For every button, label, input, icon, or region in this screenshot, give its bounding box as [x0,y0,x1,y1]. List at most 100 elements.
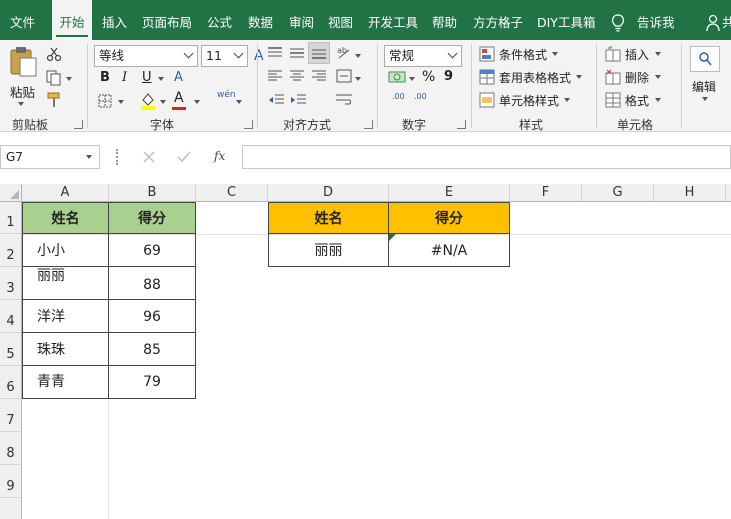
format-table-dropdown-icon[interactable] [576,75,582,79]
clipboard-launcher-icon[interactable] [74,120,83,129]
row-header-7[interactable]: 7 [0,399,22,432]
insert-cells-button[interactable]: 插入 [625,46,649,63]
editing-dropdown-icon[interactable] [702,97,708,101]
cell-a3[interactable]: 丽丽 [22,266,109,300]
accounting-dropdown-icon[interactable] [409,77,415,81]
alignment-launcher-icon[interactable] [364,120,373,129]
increase-indent-icon[interactable] [290,94,306,106]
cell-a2[interactable]: 小小 [22,233,109,267]
editing-button[interactable]: 编辑 [692,78,716,95]
column-header-e[interactable]: E [389,184,510,202]
row-header-3[interactable]: 3 [0,267,22,300]
tab-file[interactable]: 文件 [10,0,35,40]
borders-icon[interactable] [98,94,112,108]
underline-dropdown-icon[interactable] [158,77,164,81]
format-as-table-button[interactable]: 套用表格格式 [499,69,571,86]
grow-font-alt-button[interactable]: A [174,70,183,85]
tab-help[interactable]: 帮助 [432,0,457,40]
cell-a6[interactable]: 青青 [22,365,109,399]
delete-cells-icon[interactable] [605,69,621,85]
font-launcher-icon[interactable] [244,120,253,129]
format-as-table-icon[interactable] [479,69,495,85]
conditional-formatting-icon[interactable] [479,46,495,62]
column-header-g[interactable]: G [582,184,654,202]
tell-me-search[interactable]: 告诉我 [637,0,675,40]
paste-dropdown-icon[interactable] [18,102,24,106]
worksheet-grid[interactable]: A B C D E F G H 1 2 3 4 5 6 7 8 9 姓名 得分 … [0,184,731,519]
fill-color-dropdown-icon[interactable] [160,100,166,104]
align-center-icon[interactable] [290,70,304,82]
tab-formulas[interactable]: 公式 [207,0,232,40]
accounting-format-icon[interactable] [388,70,406,84]
tab-developer[interactable]: 开发工具 [368,0,418,40]
orientation-dropdown-icon[interactable] [355,54,361,58]
comma-style-button[interactable]: 9 [444,69,453,84]
format-cells-icon[interactable] [605,92,621,108]
tab-page-layout[interactable]: 页面布局 [142,0,192,40]
tab-diy-toolbox[interactable]: DIY工具箱 [537,0,595,40]
insert-cells-icon[interactable] [605,46,621,62]
align-middle-icon[interactable] [290,47,304,59]
select-all-corner[interactable] [0,184,22,202]
format-dropdown-icon[interactable] [655,98,661,102]
column-header-a[interactable]: A [22,184,109,202]
cell-styles-button[interactable]: 单元格样式 [499,92,559,109]
row-header-9[interactable]: 9 [0,465,22,498]
number-launcher-icon[interactable] [457,120,466,129]
phonetic-dropdown-icon[interactable] [236,100,242,104]
formula-input[interactable] [242,145,731,169]
enter-check-icon[interactable] [177,151,191,163]
row-header-6[interactable]: 6 [0,366,22,399]
align-top-icon[interactable] [268,47,282,59]
delete-cells-button[interactable]: 删除 [625,69,649,86]
conditional-formatting-button[interactable]: 条件格式 [499,46,547,63]
cell-a4[interactable]: 洋洋 [22,299,109,333]
cell-a5[interactable]: 珠珠 [22,332,109,366]
cell-d2[interactable]: 丽丽 [268,233,389,267]
insert-function-button[interactable]: fx [214,149,225,163]
formula-bar-grip[interactable] [116,149,118,165]
tab-insert[interactable]: 插入 [102,0,127,40]
row-header-4[interactable]: 4 [0,300,22,333]
tab-fangfang[interactable]: 方方格子 [473,0,523,40]
borders-dropdown-icon[interactable] [118,100,124,104]
phonetic-button[interactable]: wén [217,90,236,100]
row-header-2[interactable]: 2 [0,234,22,267]
decrease-indent-icon[interactable] [268,94,284,106]
percent-style-button[interactable]: % [422,69,435,85]
tab-review[interactable]: 审阅 [289,0,314,40]
tab-home[interactable]: 开始 [52,0,92,40]
underline-button[interactable]: U [142,70,152,85]
paste-button[interactable]: 粘贴 [10,82,35,101]
paste-icon[interactable] [8,46,38,78]
bold-button[interactable]: B [100,70,110,85]
name-box[interactable]: G7 [0,145,100,169]
merge-dropdown-icon[interactable] [355,77,361,81]
column-header-h[interactable]: H [654,184,726,202]
column-header-b[interactable]: B [109,184,196,202]
row-header-5[interactable]: 5 [0,333,22,366]
cell-e2-error[interactable]: #N/A [388,233,510,267]
cell-e1-header[interactable]: 得分 [388,202,510,234]
font-color-button[interactable]: A [174,90,184,106]
font-color-dropdown-icon[interactable] [194,100,200,104]
grow-font-button[interactable]: A [254,48,264,64]
person-icon[interactable] [706,14,720,32]
cell-d1-header[interactable]: 姓名 [268,202,389,234]
error-indicator-icon[interactable] [389,234,396,241]
delete-dropdown-icon[interactable] [655,75,661,79]
tab-view[interactable]: 视图 [328,0,353,40]
name-box-dropdown-icon[interactable] [86,155,92,159]
font-name-dropdown[interactable]: 等线 [94,45,198,67]
increase-decimal-button[interactable]: .00 [392,92,405,101]
cell-styles-dropdown-icon[interactable] [564,98,570,102]
cell-b6[interactable]: 79 [108,365,196,399]
italic-button[interactable]: I [122,70,127,85]
cell-b2[interactable]: 69 [108,233,196,267]
decrease-decimal-button[interactable]: .00 [414,92,427,101]
merge-center-icon[interactable] [336,69,352,83]
column-header-f[interactable]: F [510,184,582,202]
format-cells-button[interactable]: 格式 [625,92,649,109]
orientation-icon[interactable]: ab [336,44,352,60]
cell-styles-icon[interactable] [479,92,495,108]
